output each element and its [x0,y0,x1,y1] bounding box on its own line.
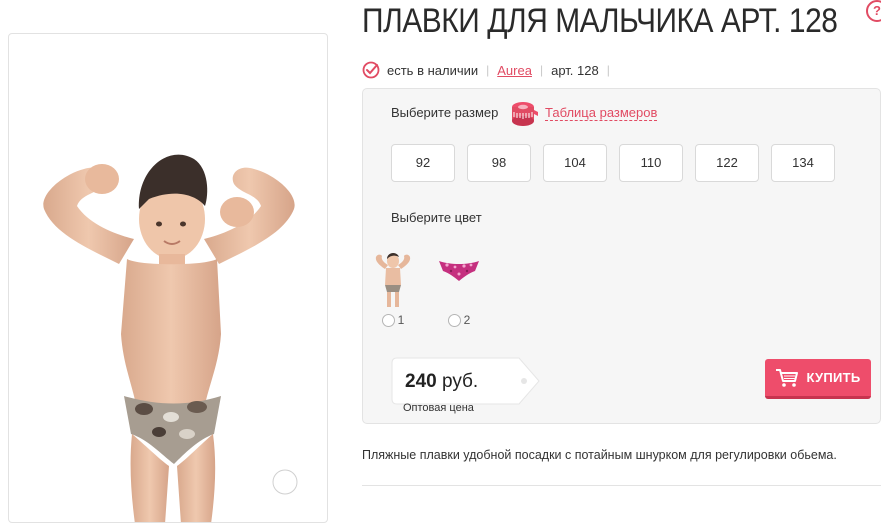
color-thumbnail-1[interactable] [371,247,415,309]
size-select-label: Выберите размер [391,105,499,120]
price-amount: 240 [405,371,437,392]
buy-button-label: КУПИТЬ [806,370,861,385]
color-radio-row: 1 [381,313,405,327]
product-image-frame[interactable] [8,33,328,523]
color-option[interactable]: 1 [371,247,415,327]
cart-icon [776,368,799,387]
color-option-label: 1 [397,313,405,327]
color-thumbnail-2[interactable] [437,247,481,309]
size-table-link[interactable]: Таблица размеров [509,98,658,128]
color-radio-2[interactable] [447,313,461,327]
check-circle-icon [362,61,380,79]
color-select-label: Выберите цвет [391,210,482,225]
help-icon[interactable]: ? [866,0,881,22]
size-option-92[interactable]: 92 [391,144,455,182]
magnifier-icon[interactable] [267,464,313,510]
size-option-110[interactable]: 110 [619,144,683,182]
size-table-label: Таблица размеров [545,105,658,121]
article-number: арт. 128 [551,62,599,78]
size-options: 92 98 104 110 122 134 [391,144,835,182]
color-option[interactable]: 2 [437,247,481,327]
brand-link[interactable]: Aurea [497,63,532,78]
buy-button[interactable]: КУПИТЬ [765,359,871,399]
size-option-104[interactable]: 104 [543,144,607,182]
price-tag: 240 руб. [391,357,541,405]
separator: | [539,63,544,77]
size-option-122[interactable]: 122 [695,144,759,182]
product-title: ПЛАВКИ ДЛЯ МАЛЬЧИКА АРТ. 128 [362,2,838,40]
availability-status: есть в наличии [387,62,479,78]
product-description: Пляжные плавки удобной посадки с потайны… [362,448,837,462]
color-options: 1 2 [371,247,481,327]
price-value: 240 руб. [405,371,478,393]
divider [362,485,881,486]
separator: | [486,63,490,77]
price-note: Оптовая цена [403,402,474,414]
separator: | [606,63,610,77]
product-photo [43,154,295,522]
size-option-134[interactable]: 134 [771,144,835,182]
size-option-98[interactable]: 98 [467,144,531,182]
price-currency: руб. [441,371,479,392]
color-radio-row: 2 [447,313,471,327]
color-option-label: 2 [463,313,471,327]
product-options-panel: Выберите размер Таблица размеров 92 98 1… [362,88,881,424]
product-meta: есть в наличии | Aurea | арт. 128 | [362,60,618,80]
color-radio-1[interactable] [381,313,395,327]
measuring-tape-icon [512,102,538,126]
